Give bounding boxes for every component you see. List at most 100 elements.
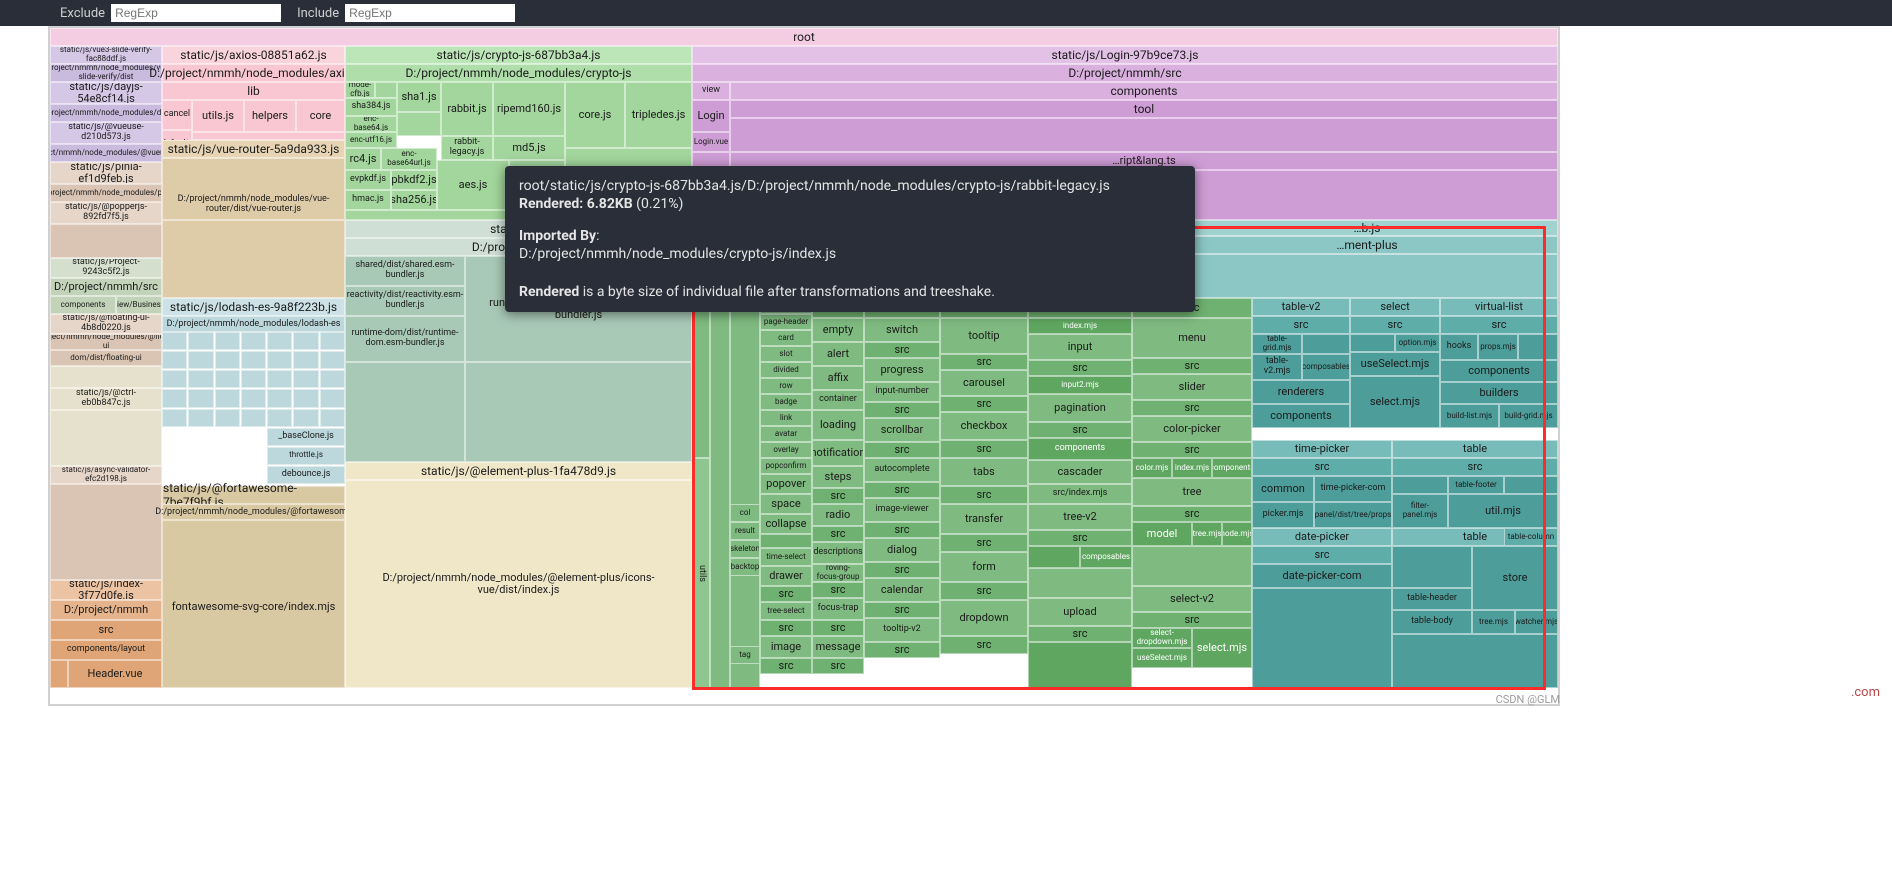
sub-pag-components[interactable]: components [1028, 438, 1132, 460]
sub-slot[interactable]: slot [760, 346, 812, 362]
sub-inputnumber[interactable]: input-number [864, 382, 940, 402]
sub-indexmjs[interactable]: index.mjs [1028, 318, 1132, 334]
sub-imageviewer[interactable]: image-viewer [864, 498, 940, 522]
teal-pdttree[interactable]: panel/dist/tree/props [1314, 502, 1392, 528]
cell-floating-path[interactable]: D:/project/nmmh/node_modules/@floating-u… [50, 334, 162, 350]
lodash-cell[interactable] [320, 351, 345, 369]
sub-link[interactable]: link [760, 410, 812, 426]
sub-alert[interactable]: alert [812, 342, 864, 366]
teal-sel-stub1[interactable] [1350, 334, 1395, 352]
axios-helpers[interactable]: helpers [244, 100, 296, 132]
teal-tablegrid[interactable]: table-grid.mjs [1252, 334, 1302, 354]
sub-input[interactable]: input [1028, 334, 1132, 360]
lodash-cell[interactable] [162, 370, 187, 388]
vue-rdom[interactable]: runtime-dom/dist/runtime-dom.esm-bundler… [345, 316, 465, 362]
axios-utils[interactable]: utils.js [192, 100, 244, 132]
sub-stubh[interactable] [1132, 546, 1252, 586]
sub-dlg-src[interactable]: src [864, 562, 940, 578]
crypto-md5[interactable]: md5.js [493, 136, 565, 160]
sub-iv-src[interactable]: src [864, 522, 940, 538]
sub-upbody[interactable] [1028, 642, 1132, 688]
cell-index-layout[interactable]: components/layout [50, 640, 162, 660]
teal-store[interactable]: store [1472, 546, 1558, 610]
sub-input2[interactable]: input2.mjs [1028, 376, 1132, 394]
ep-body[interactable]: D:/project/nmmh/node_modules/@element-pl… [345, 480, 692, 688]
cell-index-chunk[interactable]: static/js/index-3f77d0fe.js [50, 580, 162, 600]
sub-tabs-src[interactable]: src [940, 486, 1028, 504]
sub-selectmjs2[interactable]: select.mjs [1192, 628, 1252, 668]
sub-form[interactable]: form [940, 552, 1028, 582]
root-header[interactable]: root [50, 28, 1558, 46]
sub-sb-src[interactable]: src [864, 442, 940, 458]
teal-useselect[interactable]: useSelect.mjs [1350, 352, 1440, 376]
sub-empty[interactable]: empty [812, 318, 864, 342]
crypto-ripemd160[interactable]: ripemd160.js [493, 82, 565, 136]
lodash-cell[interactable] [267, 389, 292, 407]
teal-tbl-src[interactable]: src [1392, 458, 1558, 476]
sub-tv2-src[interactable]: src [1028, 530, 1132, 546]
sub-sdropdown[interactable]: select-dropdown.mjs [1132, 628, 1192, 648]
include-input[interactable] [345, 4, 515, 22]
sub-pageheader[interactable]: page-header [760, 314, 812, 330]
cell-index-stub[interactable] [50, 660, 68, 688]
axios-lib[interactable]: lib [162, 82, 345, 100]
sub-radio-src[interactable]: src [812, 526, 864, 542]
lodash-baseclone[interactable]: _baseClone.js [267, 428, 345, 446]
sub-timeselect[interactable]: time-select [760, 548, 812, 566]
lodash-cell[interactable] [215, 389, 240, 407]
sub-descriptions[interactable]: descriptions [812, 542, 864, 564]
teal-tblbody[interactable] [1392, 634, 1558, 688]
sub-sw-src[interactable]: src [864, 342, 940, 358]
teal-dpbody[interactable] [1252, 588, 1392, 688]
teal-watcher[interactable]: watcher.mjs [1515, 610, 1558, 634]
cell-slide-verify-path[interactable]: D:/project/nmmh/node_modules/vue3-slide-… [50, 64, 162, 82]
gap-cell[interactable] [162, 220, 345, 298]
sub-carousel[interactable]: carousel [940, 370, 1028, 396]
lodash-cell[interactable] [215, 351, 240, 369]
axios-cancel[interactable]: cancel [162, 100, 192, 130]
sub-rfg[interactable]: roving-focus-group [812, 564, 864, 582]
login-tool[interactable]: tool [730, 100, 1558, 118]
sub-cb-src[interactable]: src [940, 440, 1028, 458]
crypto-sha384[interactable]: sha384.js [345, 98, 397, 116]
teal-hooks[interactable]: hooks [1440, 334, 1478, 360]
sub-stubg2[interactable] [1028, 568, 1132, 598]
sub-container[interactable]: container [812, 390, 864, 410]
axios-title[interactable]: static/js/axios-08851a62.js [162, 46, 345, 64]
teal-fpanel[interactable]: filter-panel.mjs [1392, 494, 1448, 528]
sub-slider-src[interactable]: src [1132, 400, 1252, 416]
cell-async-validator[interactable]: static/js/async-validator-efc2d198.js [50, 466, 162, 484]
lodash-cell[interactable] [188, 351, 213, 369]
lodash-cell[interactable] [188, 409, 213, 427]
sub-cpicker[interactable]: color-picker [1132, 416, 1252, 442]
sub-sv2-src[interactable]: src [1132, 612, 1252, 628]
vrouter-title[interactable]: static/js/vue-router-5a9da933.js [162, 140, 345, 158]
teal-vl-src[interactable]: src [1440, 316, 1558, 334]
sub-menu[interactable]: menu [1132, 318, 1252, 358]
teal-stubx[interactable] [1518, 334, 1558, 360]
cell-pinia[interactable]: static/js/pinia-ef1d9feb.js [50, 162, 162, 184]
lodash-cell[interactable] [293, 409, 318, 427]
fa-path[interactable]: D:/project/nmmh/node_modules/@fortawesom… [162, 504, 345, 520]
teal-stub[interactable] [1302, 334, 1350, 354]
sub-skeleton[interactable]: skeleton [730, 540, 760, 558]
sub-popconfirm[interactable]: popconfirm [760, 458, 812, 474]
teal-composables[interactable]: composables [1302, 354, 1350, 380]
lodash-cell[interactable] [241, 351, 266, 369]
cell-index-src[interactable]: src [50, 620, 162, 640]
sub-sv[interactable] [760, 534, 812, 548]
axios-core[interactable]: core [296, 100, 345, 132]
teal-bjs[interactable]: …b.js [1176, 220, 1558, 236]
cell-popper-body[interactable] [50, 224, 162, 258]
crypto-enc-b64url[interactable]: enc-base64url.js [381, 148, 437, 170]
teal-theader[interactable]: table-header [1392, 588, 1472, 610]
teal-stubc[interactable] [1392, 546, 1472, 588]
teal-renderers[interactable]: renderers [1252, 380, 1350, 404]
teal-option[interactable]: option.mjs [1395, 334, 1440, 352]
crypto-path[interactable]: D:/project/nmmh/node_modules/crypto-js [345, 64, 692, 82]
sub-collapse[interactable]: collapse [760, 514, 812, 534]
sub-in-src[interactable]: src [864, 402, 940, 418]
sub-scrollbar[interactable]: scrollbar [864, 418, 940, 442]
sub-card[interactable]: card [760, 330, 812, 346]
sub-selectv2[interactable]: select-v2 [1132, 586, 1252, 612]
